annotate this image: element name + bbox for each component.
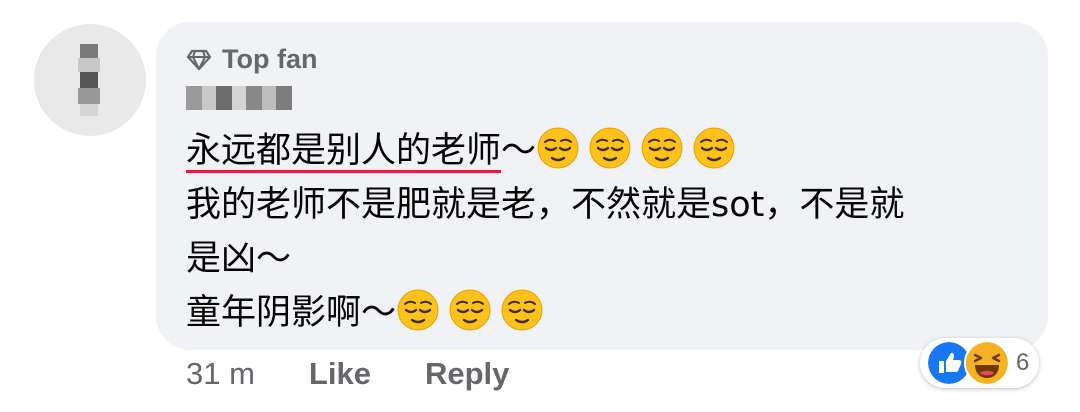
comment-line-2: 我的老师不是肥就是老，不然就是sot，不是就: [186, 185, 905, 225]
commenter-name-redacted[interactable]: [186, 84, 292, 112]
reply-button[interactable]: Reply: [425, 356, 509, 392]
avatar[interactable]: [34, 24, 146, 136]
relieved-face-emoji: [589, 127, 631, 169]
timestamp[interactable]: 31 m: [186, 356, 255, 392]
relieved-face-emoji: [641, 127, 683, 169]
comment-line-4: 童年阴影啊～: [186, 286, 1016, 340]
comment-line-1: 永远都是别人的老师～: [186, 124, 1016, 178]
relieved-face-emoji: [537, 127, 579, 169]
reactions-summary[interactable]: 6: [920, 338, 1040, 388]
reaction-count: 6: [1016, 349, 1030, 376]
top-fan-badge[interactable]: Top fan: [186, 44, 317, 75]
comment-line-3: 是凶～: [186, 239, 292, 279]
comment-actions: 31 m Like Reply: [186, 356, 509, 392]
hashtag-link[interactable]: 永远都是别人的老师: [186, 131, 501, 171]
relieved-face-emoji: [397, 289, 439, 331]
comment-text: 永远都是别人的老师～ 我的老师不是肥就是老，不然就是sot，不是就 是凶～ 童年…: [186, 124, 1016, 340]
like-button[interactable]: Like: [309, 356, 371, 392]
relieved-face-emoji: [449, 289, 491, 331]
diamond-icon: [186, 49, 212, 70]
relieved-face-emoji: [693, 127, 735, 169]
badge-label: Top fan: [222, 44, 318, 74]
relieved-face-emoji: [501, 289, 543, 331]
haha-reaction-icon: [964, 340, 1010, 386]
